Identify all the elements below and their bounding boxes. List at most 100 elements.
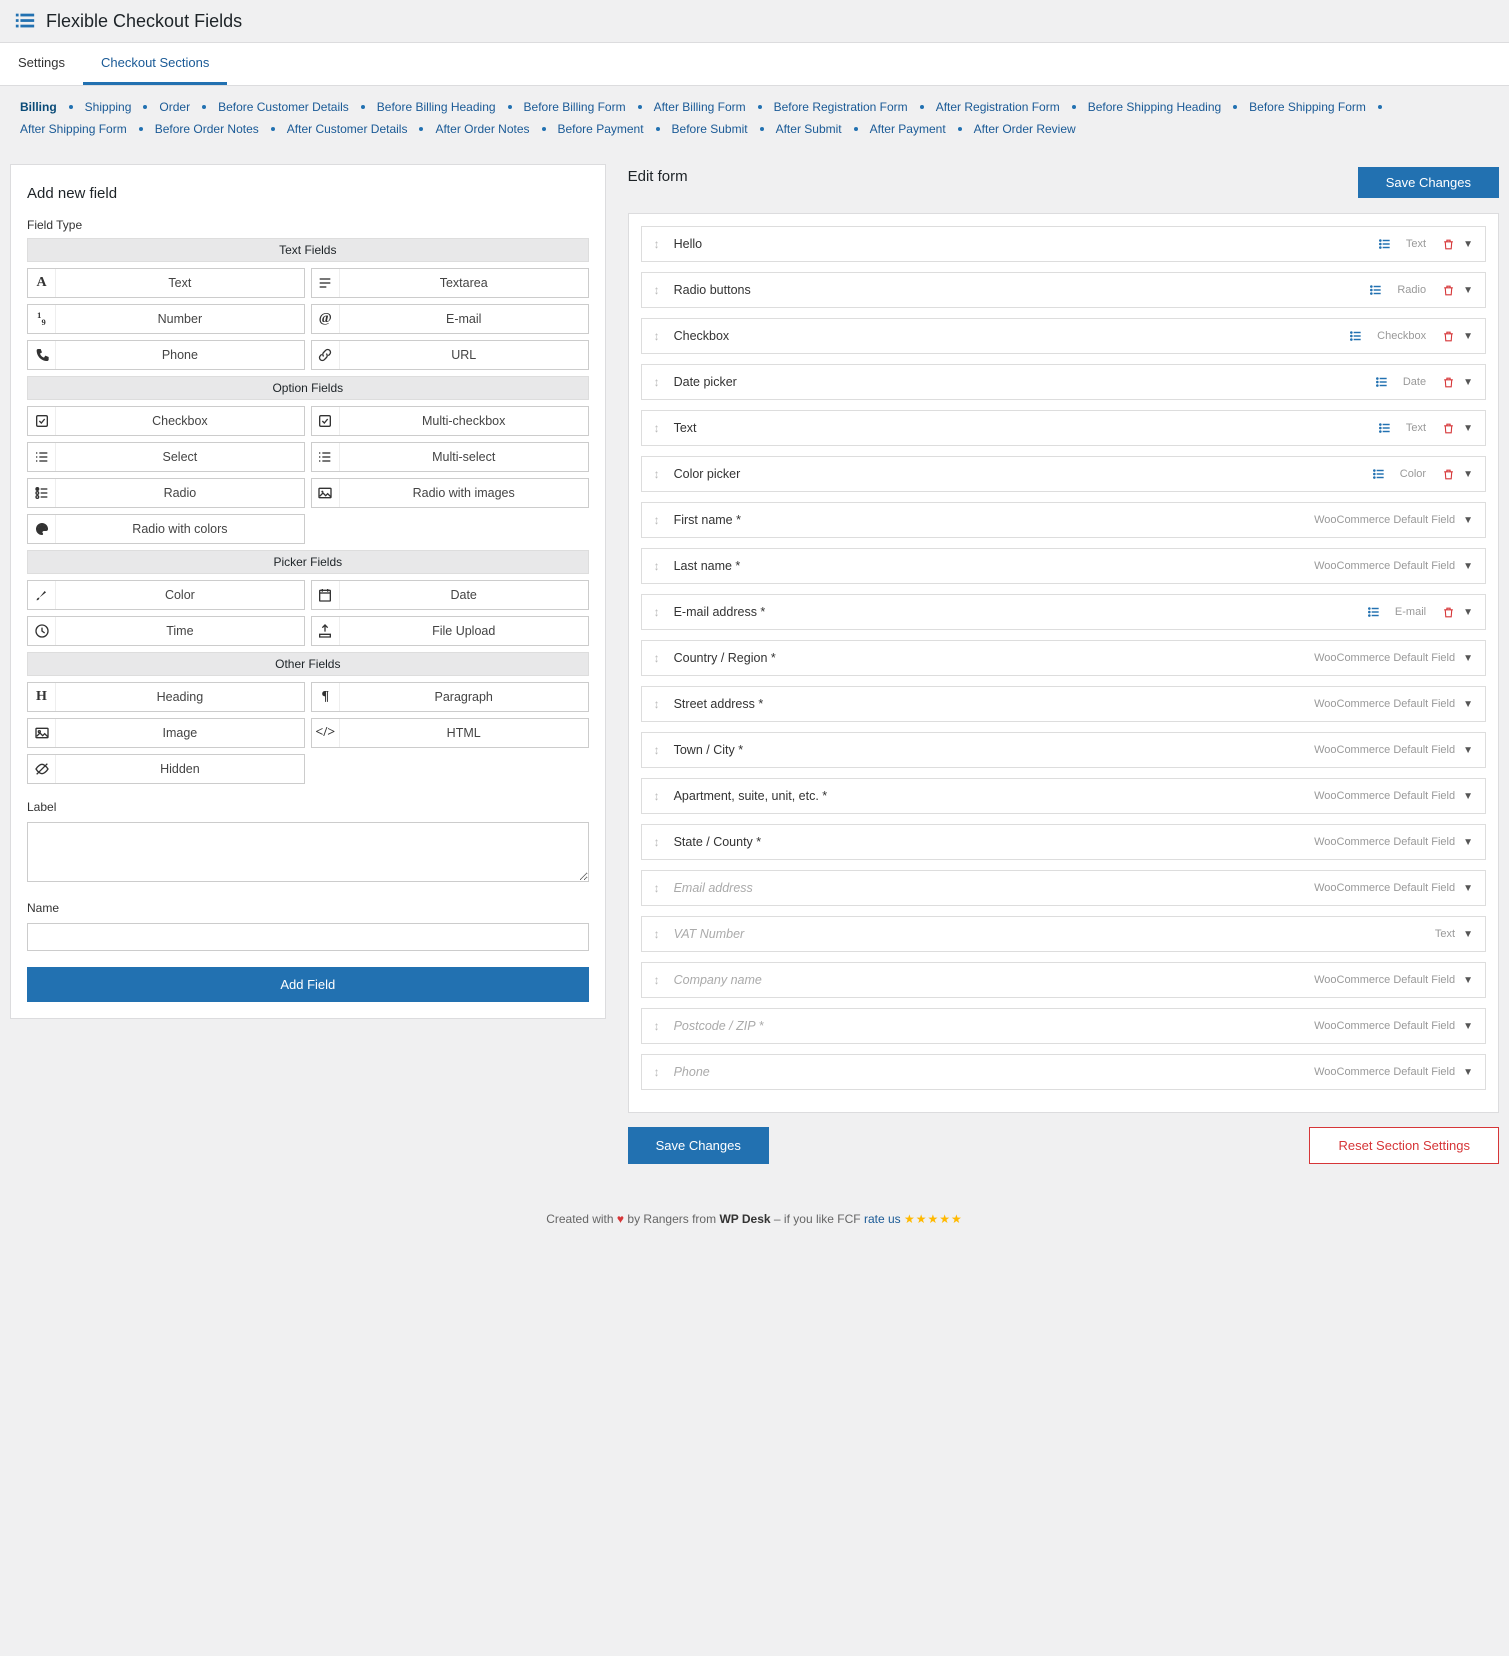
section-pill-after-submit[interactable]: After Submit	[770, 118, 848, 140]
drag-handle-icon[interactable]: ↕	[654, 559, 674, 573]
expand-caret-icon[interactable]: ▼	[1463, 699, 1473, 710]
expand-caret-icon[interactable]: ▼	[1463, 423, 1473, 434]
expand-caret-icon[interactable]: ▼	[1463, 515, 1473, 526]
drag-handle-icon[interactable]: ↕	[654, 835, 674, 849]
field-type-e-mail[interactable]: @E-mail	[311, 304, 589, 334]
section-pill-before-registration-form[interactable]: Before Registration Form	[768, 96, 914, 118]
trash-icon[interactable]	[1442, 376, 1455, 389]
reset-section-button[interactable]: Reset Section Settings	[1309, 1127, 1499, 1164]
expand-caret-icon[interactable]: ▼	[1463, 1021, 1473, 1032]
field-row[interactable]: ↕Last name *WooCommerce Default Field▼	[641, 548, 1486, 584]
field-type-file-upload[interactable]: File Upload	[311, 616, 589, 646]
expand-caret-icon[interactable]: ▼	[1463, 239, 1473, 250]
trash-icon[interactable]	[1442, 238, 1455, 251]
drag-handle-icon[interactable]: ↕	[654, 743, 674, 757]
field-row[interactable]: ↕HelloText▼	[641, 226, 1486, 262]
section-pill-before-shipping-form[interactable]: Before Shipping Form	[1243, 96, 1372, 118]
section-pill-billing[interactable]: Billing	[14, 96, 63, 118]
drag-handle-icon[interactable]: ↕	[654, 927, 674, 941]
field-row[interactable]: ↕State / County *WooCommerce Default Fie…	[641, 824, 1486, 860]
trash-icon[interactable]	[1442, 330, 1455, 343]
section-pill-after-shipping-form[interactable]: After Shipping Form	[14, 118, 133, 140]
section-pill-before-submit[interactable]: Before Submit	[666, 118, 754, 140]
field-row[interactable]: ↕Apartment, suite, unit, etc. *WooCommer…	[641, 778, 1486, 814]
expand-caret-icon[interactable]: ▼	[1463, 975, 1473, 986]
field-type-radio-with-colors[interactable]: Radio with colors	[27, 514, 305, 544]
field-type-image[interactable]: Image	[27, 718, 305, 748]
label-input[interactable]	[27, 822, 589, 882]
drag-handle-icon[interactable]: ↕	[654, 1019, 674, 1033]
expand-caret-icon[interactable]: ▼	[1463, 469, 1473, 480]
trash-icon[interactable]	[1442, 422, 1455, 435]
field-row[interactable]: ↕PhoneWooCommerce Default Field▼	[641, 1054, 1486, 1090]
field-row[interactable]: ↕CheckboxCheckbox▼	[641, 318, 1486, 354]
field-type-multi-select[interactable]: Multi-select	[311, 442, 589, 472]
trash-icon[interactable]	[1442, 468, 1455, 481]
field-row[interactable]: ↕Email addressWooCommerce Default Field▼	[641, 870, 1486, 906]
field-row[interactable]: ↕Company nameWooCommerce Default Field▼	[641, 962, 1486, 998]
field-type-date[interactable]: Date	[311, 580, 589, 610]
field-type-multi-checkbox[interactable]: Multi-checkbox	[311, 406, 589, 436]
section-pill-shipping[interactable]: Shipping	[79, 96, 138, 118]
name-input[interactable]	[27, 923, 589, 951]
field-row[interactable]: ↕Postcode / ZIP *WooCommerce Default Fie…	[641, 1008, 1486, 1044]
section-pill-after-registration-form[interactable]: After Registration Form	[930, 96, 1066, 118]
drag-handle-icon[interactable]: ↕	[654, 1065, 674, 1079]
save-changes-top-button[interactable]: Save Changes	[1358, 167, 1499, 198]
expand-caret-icon[interactable]: ▼	[1463, 745, 1473, 756]
section-pill-before-payment[interactable]: Before Payment	[552, 118, 650, 140]
field-row[interactable]: ↕TextText▼	[641, 410, 1486, 446]
expand-caret-icon[interactable]: ▼	[1463, 791, 1473, 802]
section-pill-after-customer-details[interactable]: After Customer Details	[281, 118, 414, 140]
field-type-number[interactable]: ¹₉Number	[27, 304, 305, 334]
field-type-heading[interactable]: HHeading	[27, 682, 305, 712]
field-type-paragraph[interactable]: ¶Paragraph	[311, 682, 589, 712]
section-pill-before-billing-form[interactable]: Before Billing Form	[518, 96, 632, 118]
section-pill-order[interactable]: Order	[153, 96, 196, 118]
field-type-url[interactable]: URL	[311, 340, 589, 370]
drag-handle-icon[interactable]: ↕	[654, 605, 674, 619]
expand-caret-icon[interactable]: ▼	[1463, 929, 1473, 940]
tab-checkout-sections[interactable]: Checkout Sections	[83, 43, 227, 85]
section-pill-before-order-notes[interactable]: Before Order Notes	[149, 118, 265, 140]
field-type-checkbox[interactable]: Checkbox	[27, 406, 305, 436]
section-pill-before-billing-heading[interactable]: Before Billing Heading	[371, 96, 502, 118]
drag-handle-icon[interactable]: ↕	[654, 973, 674, 987]
drag-handle-icon[interactable]: ↕	[654, 881, 674, 895]
drag-handle-icon[interactable]: ↕	[654, 283, 674, 297]
section-pill-after-billing-form[interactable]: After Billing Form	[648, 96, 752, 118]
add-field-button[interactable]: Add Field	[27, 967, 589, 1002]
drag-handle-icon[interactable]: ↕	[654, 375, 674, 389]
save-changes-bottom-button[interactable]: Save Changes	[628, 1127, 769, 1164]
field-row[interactable]: ↕VAT NumberText▼	[641, 916, 1486, 952]
drag-handle-icon[interactable]: ↕	[654, 237, 674, 251]
section-pill-after-order-review[interactable]: After Order Review	[968, 118, 1082, 140]
field-row[interactable]: ↕First name *WooCommerce Default Field▼	[641, 502, 1486, 538]
trash-icon[interactable]	[1442, 284, 1455, 297]
field-type-html[interactable]: </>HTML	[311, 718, 589, 748]
drag-handle-icon[interactable]: ↕	[654, 329, 674, 343]
expand-caret-icon[interactable]: ▼	[1463, 837, 1473, 848]
field-row[interactable]: ↕Street address *WooCommerce Default Fie…	[641, 686, 1486, 722]
field-type-color[interactable]: Color	[27, 580, 305, 610]
expand-caret-icon[interactable]: ▼	[1463, 377, 1473, 388]
section-pill-before-shipping-heading[interactable]: Before Shipping Heading	[1082, 96, 1227, 118]
field-type-time[interactable]: Time	[27, 616, 305, 646]
field-row[interactable]: ↕Color pickerColor▼	[641, 456, 1486, 492]
section-pill-after-payment[interactable]: After Payment	[864, 118, 952, 140]
drag-handle-icon[interactable]: ↕	[654, 697, 674, 711]
tab-settings[interactable]: Settings	[0, 43, 83, 85]
field-type-hidden[interactable]: Hidden	[27, 754, 305, 784]
field-type-textarea[interactable]: Textarea	[311, 268, 589, 298]
section-pill-before-customer-details[interactable]: Before Customer Details	[212, 96, 355, 118]
field-type-radio[interactable]: Radio	[27, 478, 305, 508]
rate-us-link[interactable]: rate us	[864, 1212, 901, 1226]
expand-caret-icon[interactable]: ▼	[1463, 331, 1473, 342]
section-pill-after-order-notes[interactable]: After Order Notes	[429, 118, 535, 140]
expand-caret-icon[interactable]: ▼	[1463, 561, 1473, 572]
expand-caret-icon[interactable]: ▼	[1463, 285, 1473, 296]
expand-caret-icon[interactable]: ▼	[1463, 883, 1473, 894]
field-row[interactable]: ↕Radio buttonsRadio▼	[641, 272, 1486, 308]
drag-handle-icon[interactable]: ↕	[654, 421, 674, 435]
expand-caret-icon[interactable]: ▼	[1463, 653, 1473, 664]
